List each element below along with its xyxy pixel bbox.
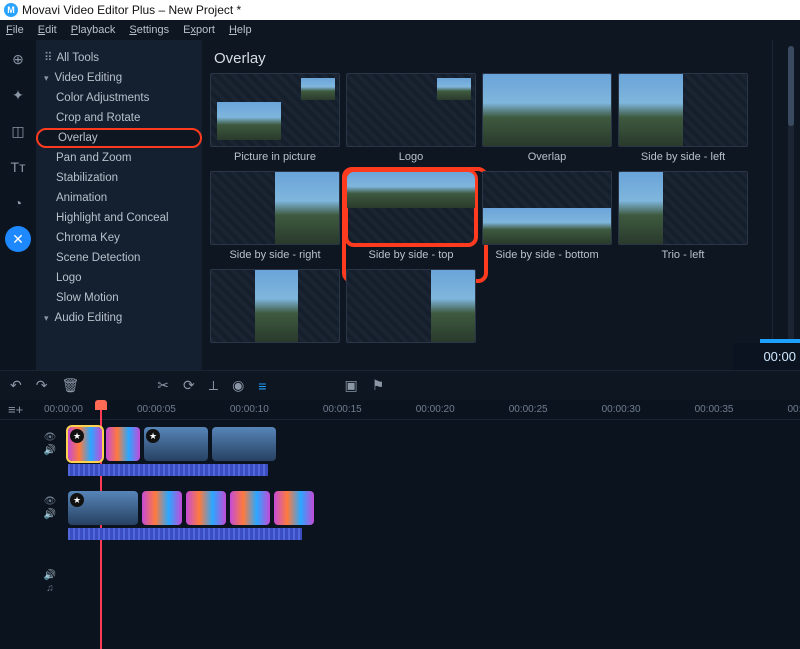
color-icon[interactable]: ◉: [232, 377, 244, 394]
marker-icon[interactable]: ⚑: [372, 377, 385, 394]
sidepanel-group-audio[interactable]: Audio Editing: [36, 308, 202, 328]
sidepanel-item-slow[interactable]: Slow Motion: [36, 288, 202, 308]
clip[interactable]: [142, 491, 182, 525]
sidepanel-item-highlight[interactable]: Highlight and Conceal: [36, 208, 202, 228]
window-title: Movavi Video Editor Plus – New Project *: [22, 3, 241, 17]
app-logo-icon: M: [4, 3, 18, 17]
star-icon: ★: [70, 493, 84, 507]
audio-clip[interactable]: [68, 464, 268, 476]
sidepanel-item-logo[interactable]: Logo: [36, 268, 202, 288]
menu-playback[interactable]: Playback: [71, 24, 116, 36]
card-extra-2[interactable]: [346, 269, 476, 349]
eye-icon[interactable]: 👁: [44, 432, 57, 443]
mute-icon[interactable]: 🔊: [44, 570, 56, 581]
eye-icon[interactable]: 👁: [44, 496, 57, 507]
star-icon: ★: [70, 429, 84, 443]
overlay-grid: Picture in picture Logo Overlap Side by …: [202, 73, 772, 349]
main-area: ⊕ ✦ ◫ Tᴛ ◔ ✕ All Tools Video Editing Col…: [0, 40, 800, 370]
more-tools-icon[interactable]: ✕: [5, 226, 31, 252]
star-icon: ★: [146, 429, 160, 443]
sidepanel-item-scene[interactable]: Scene Detection: [36, 248, 202, 268]
menu-settings[interactable]: Settings: [129, 24, 169, 36]
left-toolbar: ⊕ ✦ ◫ Tᴛ ◔ ✕: [0, 40, 36, 370]
content-panel: Overlay Picture in picture Logo Overlap …: [202, 40, 772, 370]
mute-icon[interactable]: 🔊: [44, 509, 56, 520]
card-extra-1[interactable]: [210, 269, 340, 349]
rotate-icon[interactable]: ⟳: [183, 377, 195, 394]
card-sbs-bottom[interactable]: Side by side - bottom: [482, 171, 612, 263]
tracks: 👁🔊 ★ ★ 👁🔊 ★ 🔊♫: [0, 426, 800, 600]
undo-icon[interactable]: ↶: [10, 377, 22, 394]
side-panel: All Tools Video Editing Color Adjustment…: [36, 40, 202, 370]
clip[interactable]: [186, 491, 226, 525]
menu-help[interactable]: Help: [229, 24, 252, 36]
preview-strip: 00:00: [772, 40, 800, 370]
card-sbs-top[interactable]: Side by side - top: [346, 171, 476, 263]
menu-export[interactable]: Export: [183, 24, 215, 36]
sidepanel-item-stab[interactable]: Stabilization: [36, 168, 202, 188]
record-icon[interactable]: ▣: [344, 377, 357, 394]
sidepanel-group-video[interactable]: Video Editing: [36, 68, 202, 88]
redo-icon[interactable]: ↷: [36, 377, 48, 394]
menu-edit[interactable]: Edit: [38, 24, 57, 36]
sidepanel-all-tools[interactable]: All Tools: [36, 46, 202, 68]
card-pip[interactable]: Picture in picture: [210, 73, 340, 165]
add-media-icon[interactable]: ⊕: [5, 46, 31, 72]
clip[interactable]: ★: [68, 491, 138, 525]
sidepanel-item-pan[interactable]: Pan and Zoom: [36, 148, 202, 168]
sidepanel-item-chroma[interactable]: Chroma Key: [36, 228, 202, 248]
titlebar: M Movavi Video Editor Plus – New Project…: [0, 0, 800, 20]
cut-icon[interactable]: ✂: [157, 377, 169, 394]
timeline-toolbar: ↶ ↷ 🗑 ✂ ⟳ ⟂ ◉ ≡ ▣ ⚑: [0, 370, 800, 400]
audio-clip[interactable]: [68, 528, 302, 540]
card-logo[interactable]: Logo: [346, 73, 476, 165]
crop-icon[interactable]: ⟂: [209, 377, 218, 394]
track-audio[interactable]: 🔊♫: [36, 564, 800, 600]
card-trio-left[interactable]: Trio - left: [618, 171, 748, 263]
card-sbs-left[interactable]: Side by side - left: [618, 73, 748, 165]
track-video[interactable]: 👁 🔊 ★: [36, 490, 800, 526]
sidepanel-item-anim[interactable]: Animation: [36, 188, 202, 208]
delete-icon[interactable]: 🗑: [61, 377, 79, 394]
scrollbar[interactable]: [788, 46, 794, 346]
card-sbs-right[interactable]: Side by side - right: [210, 171, 340, 263]
sidepanel-item-crop[interactable]: Crop and Rotate: [36, 108, 202, 128]
sidepanel-item-color[interactable]: Color Adjustments: [36, 88, 202, 108]
sidepanel-item-overlay[interactable]: Overlay: [36, 128, 202, 148]
clip[interactable]: ★: [68, 427, 102, 461]
clip[interactable]: [106, 427, 140, 461]
clip[interactable]: [212, 427, 276, 461]
timeline-ruler[interactable]: ≡+ 00:00:00 00:00:05 00:00:10 00:00:15 0…: [0, 400, 800, 420]
timecode: 00:00: [733, 343, 800, 370]
content-heading: Overlay: [202, 40, 772, 73]
clip[interactable]: ★: [144, 427, 208, 461]
card-overlap[interactable]: Overlap: [482, 73, 612, 165]
music-icon[interactable]: ♫: [46, 583, 54, 594]
menu-file[interactable]: File: [6, 24, 24, 36]
transitions-icon[interactable]: ◫: [5, 118, 31, 144]
adjust-icon[interactable]: ≡: [258, 378, 266, 394]
mute-icon[interactable]: 🔊: [44, 445, 56, 456]
effects-icon[interactable]: ✦: [5, 82, 31, 108]
titles-icon[interactable]: Tᴛ: [5, 154, 31, 180]
clock-icon[interactable]: ◔: [5, 190, 31, 216]
menubar: File Edit Playback Settings Export Help: [0, 20, 800, 40]
track-overlay[interactable]: 👁 🔊 ★ ★: [36, 426, 800, 462]
clip[interactable]: [274, 491, 314, 525]
scrollbar-thumb[interactable]: [788, 46, 794, 126]
clip[interactable]: [230, 491, 270, 525]
timeline[interactable]: ≡+ 00:00:00 00:00:05 00:00:10 00:00:15 0…: [0, 400, 800, 649]
add-track-icon[interactable]: ≡+: [8, 402, 23, 417]
